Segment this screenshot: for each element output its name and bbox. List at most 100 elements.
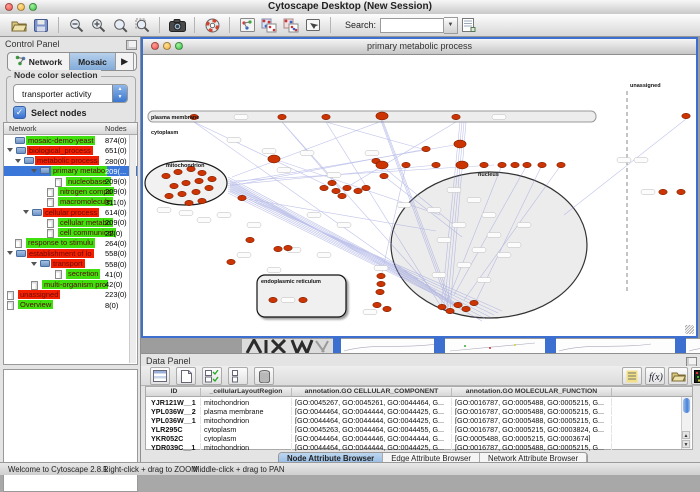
zoom-selected-icon[interactable]: [132, 16, 152, 34]
cell: plasma membrane: [201, 407, 292, 416]
attr-delete-icon[interactable]: [254, 367, 274, 385]
tab-[interactable]: ▶: [116, 53, 134, 70]
window-controls[interactable]: [0, 0, 37, 14]
tree-row-nodecount: 614(0): [105, 208, 127, 217]
tree-row-cellular-process[interactable]: cellular process614(0): [4, 207, 137, 217]
region-plasma-membrane[interactable]: [148, 111, 596, 122]
table-row-YKR052C[interactable]: YKR052Ccytoplasm[GO:0044464, GO:0044446,…: [146, 433, 692, 442]
attr-import-icon[interactable]: [668, 367, 688, 385]
window-resize-grip[interactable]: [685, 325, 694, 334]
scroll-up-icon[interactable]: ▲: [682, 431, 690, 439]
background-window-strip[interactable]: [686, 338, 700, 354]
background-window-strip[interactable]: [445, 338, 545, 354]
tree-row-secretion[interactable]: secretion41(0): [4, 269, 137, 279]
tree-row-response-to-stimulu[interactable]: response to stimulu264(0): [4, 238, 137, 248]
region-label-mitochondrion: mitochondrion: [166, 163, 205, 169]
scroll-down-icon[interactable]: ▼: [682, 440, 690, 448]
network-canvas[interactable]: plasma membranecytoplasmmitochondrionnuc…: [144, 55, 694, 335]
tree-row-unassigned[interactable]: unassigned223(0): [4, 289, 137, 299]
overlay-red-icon[interactable]: [259, 16, 279, 34]
table-row-YJR121W__1[interactable]: YJR121W__1mitochondrion[GO:0045267, GO:0…: [146, 397, 692, 406]
tree-row-cellular-metabo[interactable]: cellular metabo209(0): [4, 217, 137, 227]
tree-row-overview[interactable]: Overview8(0): [4, 300, 137, 310]
network-tree-header[interactable]: Network Nodes: [4, 123, 137, 135]
col-header-3[interactable]: annotation.GO MOLECULAR_FUNCTION: [452, 388, 612, 396]
open-folder-icon[interactable]: [9, 16, 29, 34]
zoom-button[interactable]: [29, 3, 37, 11]
search-dropdown-arrow[interactable]: ▼: [444, 17, 458, 34]
attr-single-icon[interactable]: [228, 367, 248, 385]
background-window-strip[interactable]: [556, 338, 675, 354]
tree-row-metabolic-process[interactable]: metabolic process280(0): [4, 156, 137, 166]
table-row-YLR295C[interactable]: YLR295Ccytoplasm[GO:0045263, GO:0044464,…: [146, 424, 692, 433]
node-color-dropdown[interactable]: transporter activity ▲▼: [13, 84, 128, 103]
expand-arrow-icon[interactable]: [7, 251, 13, 255]
expand-arrow-icon[interactable]: [23, 210, 29, 214]
attr-new-icon[interactable]: [176, 367, 196, 385]
tree-col-network[interactable]: Network: [9, 124, 37, 133]
col-header-1[interactable]: _cellularLayoutRegion: [201, 388, 292, 396]
import-table-icon[interactable]: [459, 16, 479, 34]
table-row-YPL036W__1[interactable]: YPL036W__1mitochondrion[GO:0044464, GO:0…: [146, 415, 692, 424]
expand-arrow-icon[interactable]: [31, 169, 37, 173]
cell: [GO:0044464, GO:0044444, GO:0044425, G..…: [292, 407, 452, 416]
attr-matrix-icon[interactable]: [691, 367, 700, 385]
tree-col-nodes[interactable]: Nodes: [105, 124, 127, 133]
attr-multi-icon[interactable]: [202, 367, 222, 385]
background-window-edge[interactable]: [434, 338, 445, 353]
snapshot-icon[interactable]: [167, 16, 187, 34]
tree-row-mosaic-demo-yeast[interactable]: mosaic-demo-yeast874(0): [4, 135, 137, 145]
col-header-2[interactable]: annotation.GO CELLULAR_COMPONENT: [292, 388, 452, 396]
table-row-YPL036W__2[interactable]: YPL036W__2plasma membrane[GO:0044464, GO…: [146, 406, 692, 415]
help-ring-icon[interactable]: [202, 16, 222, 34]
cell: [GO:0045267, GO:0045261, GO:0044464, G..…: [292, 398, 452, 407]
region-nucleus[interactable]: [391, 172, 587, 318]
tree-row-label: biological_process: [27, 146, 93, 155]
table-row-YDR039C__1[interactable]: YDR039C__1mitochondrion[GO:0044464, GO:0…: [146, 442, 692, 451]
table-scrollbar[interactable]: ▲ ▼: [681, 397, 691, 449]
tree-row-biological-process[interactable]: biological_process651(0): [4, 145, 137, 155]
tree-row-establishment-of-lo[interactable]: establishment of lo558(0): [4, 248, 137, 258]
network-view-window[interactable]: primary metabolic process plasma membran…: [141, 37, 698, 338]
attr-list-icon[interactable]: [622, 367, 642, 385]
zoom-out-icon[interactable]: [66, 16, 86, 34]
table-scrollbar-thumb[interactable]: [683, 398, 690, 413]
zoom-fit-icon[interactable]: [110, 16, 130, 34]
annotation-select-icon[interactable]: [303, 16, 323, 34]
tree-row-nitrogen-compo[interactable]: nitrogen compo209(0): [4, 186, 137, 196]
col-header-0[interactable]: ID: [148, 388, 201, 396]
attr-select-icon[interactable]: [150, 367, 170, 385]
tree-scrollbar[interactable]: [129, 135, 136, 363]
tree-row-macromolecule[interactable]: macromolecule311(0): [4, 197, 137, 207]
tab-mosaic[interactable]: Mosaic: [70, 53, 116, 70]
region-label-nucleus: nucleus: [478, 172, 499, 178]
search-input[interactable]: [380, 18, 444, 33]
background-window-strip[interactable]: [242, 338, 333, 354]
attr-fn-icon[interactable]: f(x): [645, 367, 665, 385]
select-nodes-checkbox[interactable]: ✓: [13, 106, 26, 119]
tree-row-multi-organism-pro[interactable]: multi-organism pro42(0): [4, 279, 137, 289]
background-window-edge[interactable]: [333, 338, 341, 353]
network-window-titlebar[interactable]: primary metabolic process: [143, 39, 696, 55]
expand-arrow-icon[interactable]: [31, 262, 37, 266]
background-window-edge[interactable]: [545, 338, 556, 353]
tree-row-cell-communicat[interactable]: cell communicat22(0): [4, 228, 137, 238]
tree-row-transport[interactable]: transport558(0): [4, 259, 137, 269]
tree-row-primary-metabo[interactable]: primary metabo209(...: [4, 166, 137, 176]
zoom-in-icon[interactable]: [88, 16, 108, 34]
network-overview-icon[interactable]: [237, 16, 257, 34]
status-welcome: Welcome to Cytoscape 2.8.1: [8, 465, 108, 474]
tab-network[interactable]: Network: [8, 53, 70, 70]
close-button[interactable]: [5, 3, 13, 11]
save-icon[interactable]: [31, 16, 51, 34]
expand-arrow-icon[interactable]: [7, 148, 13, 152]
expand-arrow-icon[interactable]: [15, 159, 21, 163]
background-window-edge[interactable]: [675, 338, 686, 353]
network-graph[interactable]: plasma membranecytoplasmmitochondrionnuc…: [144, 55, 694, 335]
minimize-button[interactable]: [17, 3, 25, 11]
tree-row-nucleobase-[interactable]: nucleobase-209(0): [4, 176, 137, 186]
overlay-alt-icon[interactable]: [281, 16, 301, 34]
attribute-table-header[interactable]: ID_cellularLayoutRegionannotation.GO CEL…: [146, 387, 692, 397]
background-window-strip[interactable]: [341, 338, 434, 354]
float-panel-icon[interactable]: [126, 40, 137, 50]
